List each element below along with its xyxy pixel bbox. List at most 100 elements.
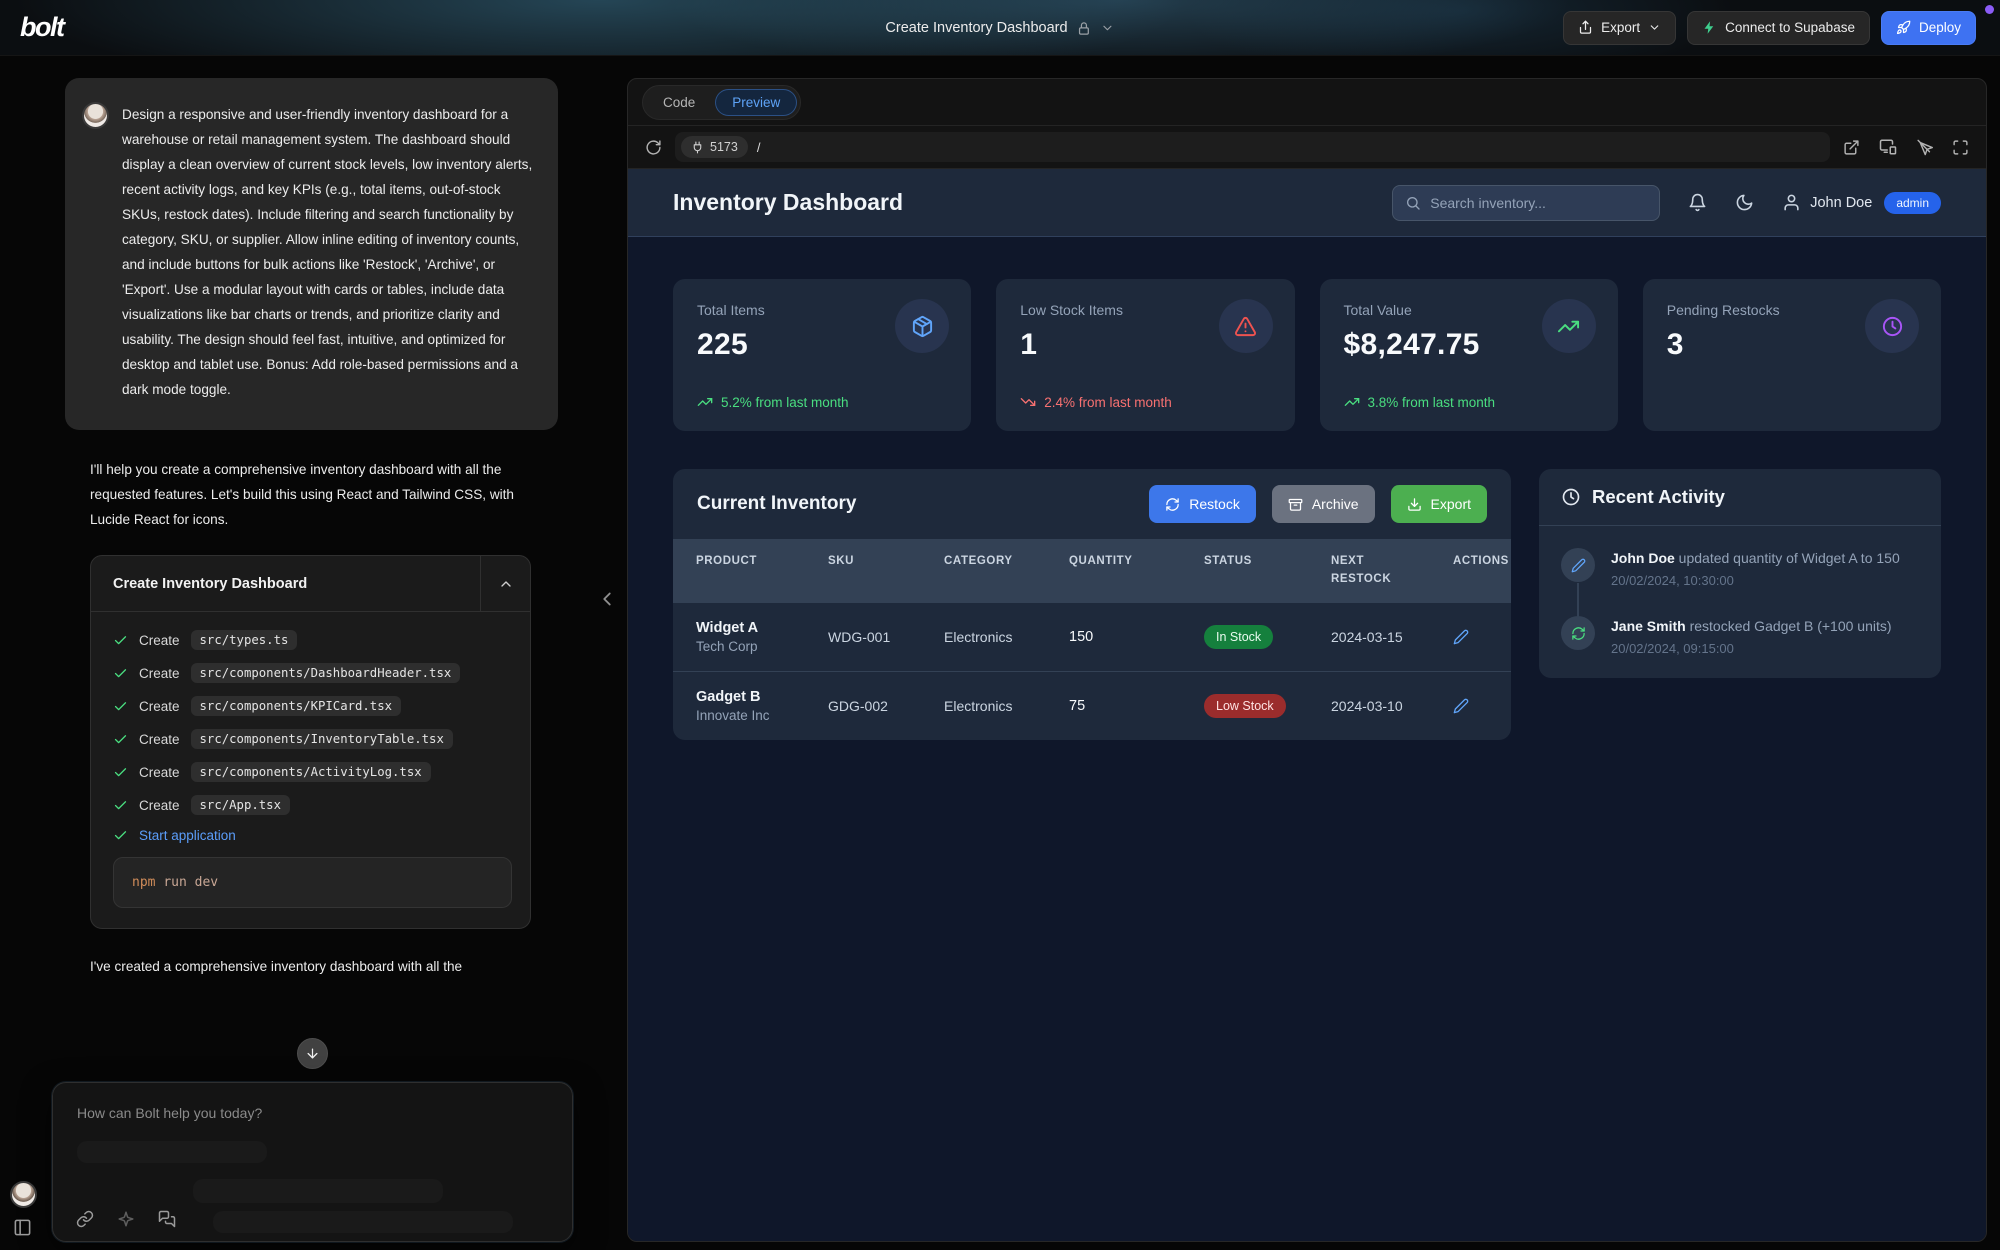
export-csv-button[interactable]: Export [1391, 485, 1487, 523]
kpi-card-total-value: Total Value $8,247.75 3.8% from last mon… [1320, 279, 1618, 431]
notification-dot [1985, 5, 1994, 14]
plug-icon [691, 141, 704, 154]
download-icon [1407, 497, 1422, 512]
supplier-name: Innovate Inc [696, 708, 797, 723]
check-icon [113, 765, 128, 780]
inventory-card-header: Current Inventory Restock Archive [673, 469, 1511, 539]
link-icon[interactable] [76, 1210, 94, 1228]
chat-bubbles-icon[interactable] [158, 1210, 176, 1228]
tab-code[interactable]: Code [646, 89, 712, 116]
connect-supabase-button[interactable]: Connect to Supabase [1687, 11, 1870, 45]
start-application-row: Start application [113, 828, 512, 843]
category-cell: Electronics [921, 612, 1046, 662]
user-menu[interactable]: John Doe [1782, 193, 1872, 212]
export-icon [1578, 20, 1593, 35]
artifact-body: Create src/types.ts Create src/component… [91, 612, 530, 928]
tab-preview[interactable]: Preview [715, 89, 797, 116]
command-name: npm [132, 875, 155, 890]
inventory-table-header: PRODUCT SKU CATEGORY QUANTITY STATUS NEX… [673, 539, 1511, 602]
user-message-card: Design a responsive and user-friendly in… [65, 78, 558, 430]
scroll-to-bottom-button[interactable] [297, 1038, 328, 1069]
devices-icon[interactable] [1879, 138, 1897, 156]
artifact-action-row: Create src/components/KPICard.tsx [113, 696, 512, 716]
refresh-icon [1165, 497, 1180, 512]
bulk-action-buttons: Restock Archive Export [1149, 485, 1487, 523]
bolt-logo[interactable]: bolt [20, 12, 63, 43]
check-icon [113, 798, 128, 813]
table-row: Gadget B Innovate Inc GDG-002 Electronic… [673, 671, 1511, 740]
blurred-content [213, 1211, 513, 1233]
start-application-link[interactable]: Start application [139, 828, 236, 843]
dashboard-header-right: John Doe admin [1392, 185, 1941, 221]
check-icon [113, 699, 128, 714]
file-path-chip[interactable]: src/components/InventoryTable.tsx [191, 729, 453, 749]
topbar-actions: Export Connect to Supabase Deploy [1563, 11, 1976, 45]
bolt-app: bolt Create Inventory Dashboard Export C… [0, 0, 2000, 1250]
chevron-down-icon[interactable] [1101, 21, 1115, 35]
export-button[interactable]: Export [1563, 11, 1676, 45]
edit-pencil-icon[interactable] [1430, 612, 1511, 662]
sparkles-icon[interactable] [117, 1210, 135, 1228]
file-path-chip[interactable]: src/components/KPICard.tsx [191, 696, 402, 716]
reload-icon[interactable] [645, 139, 662, 156]
file-path-chip[interactable]: src/App.tsx [191, 795, 290, 815]
dashboard-main: Total Items 225 5.2% from last month Low… [628, 237, 1986, 740]
panel-left-icon[interactable] [13, 1218, 32, 1237]
trending-up-icon [1542, 299, 1596, 353]
activity-user: Jane Smith [1611, 618, 1686, 634]
file-path-chip[interactable]: src/types.ts [191, 630, 298, 650]
port-pill[interactable]: 5173 [681, 136, 748, 158]
file-path-chip[interactable]: src/components/ActivityLog.tsx [191, 762, 431, 782]
product-name: Widget A [696, 620, 797, 636]
dashboard-header: Inventory Dashboard John Doe admin [628, 169, 1986, 237]
artifact-action-row: Create src/components/DashboardHeader.ts… [113, 663, 512, 683]
clock-icon [1865, 299, 1919, 353]
chat-input[interactable] [53, 1083, 572, 1179]
package-icon [895, 299, 949, 353]
terminal-command-block: npm run dev [113, 857, 512, 908]
blurred-content [193, 1179, 443, 1203]
pencil-icon [1561, 548, 1595, 582]
quantity-cell[interactable]: 75 [1046, 681, 1181, 731]
activity-action: restocked Gadget B (+100 units) [1690, 618, 1892, 634]
chevron-down-icon [1648, 21, 1661, 34]
file-path-chip[interactable]: src/components/DashboardHeader.tsx [191, 663, 461, 683]
code-preview-toggle: Code Preview [642, 85, 801, 120]
kpi-row: Total Items 225 5.2% from last month Low… [673, 279, 1941, 431]
activity-timestamp: 20/02/2024, 09:15:00 [1611, 641, 1892, 656]
artifact-card: Create Inventory Dashboard Create src/ty… [90, 555, 531, 929]
deploy-button[interactable]: Deploy [1881, 11, 1976, 45]
lower-section: Current Inventory Restock Archive [673, 469, 1941, 740]
archive-icon [1288, 497, 1303, 512]
collapse-chat-chevron[interactable] [596, 588, 618, 610]
fullscreen-icon[interactable] [1952, 139, 1969, 156]
address-bar[interactable]: 5173 / [675, 132, 1830, 162]
open-external-icon[interactable] [1843, 139, 1860, 156]
search-input[interactable] [1430, 195, 1647, 211]
bell-icon[interactable] [1688, 193, 1707, 212]
project-title-group[interactable]: Create Inventory Dashboard [885, 0, 1114, 56]
category-cell: Electronics [921, 681, 1046, 731]
workbench: Code Preview 5173 / Inve [627, 78, 1987, 1242]
collapse-artifact-button[interactable] [480, 556, 530, 611]
next-restock-cell: 2024-03-10 [1308, 681, 1430, 731]
restock-button[interactable]: Restock [1149, 485, 1256, 523]
artifact-header: Create Inventory Dashboard [91, 556, 530, 612]
table-row: Widget A Tech Corp WDG-001 Electronics 1… [673, 602, 1511, 671]
account-avatar[interactable] [10, 1181, 37, 1208]
status-badge: In Stock [1204, 625, 1273, 649]
quantity-cell[interactable]: 150 [1046, 612, 1181, 662]
user-avatar [82, 102, 109, 129]
assistant-outro-text: I've created a comprehensive inventory d… [90, 954, 542, 979]
archive-button[interactable]: Archive [1272, 485, 1375, 523]
activity-user: John Doe [1611, 550, 1675, 566]
artifact-action-row: Create src/App.tsx [113, 795, 512, 815]
next-restock-cell: 2024-03-15 [1308, 612, 1430, 662]
dark-mode-toggle-moon-icon[interactable] [1735, 193, 1754, 212]
activity-action: updated quantity of Widget A to 150 [1679, 550, 1900, 566]
list-item: Jane Smith restocked Gadget B (+100 unit… [1561, 616, 1919, 656]
edit-pencil-icon[interactable] [1430, 681, 1511, 731]
kpi-card-pending-restocks: Pending Restocks 3 [1643, 279, 1941, 431]
top-bar: bolt Create Inventory Dashboard Export C… [0, 0, 2000, 56]
inspector-off-icon[interactable] [1916, 139, 1933, 156]
